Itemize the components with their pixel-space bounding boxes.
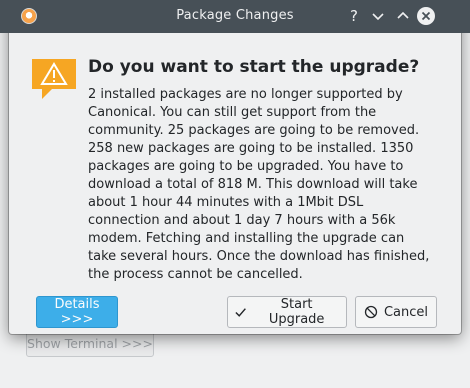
dialog-heading: Do you want to start the upgrade?: [88, 57, 420, 77]
start-upgrade-button[interactable]: Start Upgrade: [227, 296, 347, 328]
cancel-label: Cancel: [383, 304, 429, 320]
cancel-icon: [364, 305, 378, 319]
titlebar: Package Changes ?: [0, 0, 470, 33]
chevron-down-icon[interactable]: [368, 6, 388, 26]
chevron-up-icon[interactable]: [393, 6, 413, 26]
start-upgrade-label: Start Upgrade: [268, 297, 325, 327]
warning-icon: [30, 55, 78, 103]
details-button[interactable]: Details >>>: [36, 296, 118, 328]
upgrade-dialog: Package Changes ? Do you want to start t…: [0, 0, 470, 334]
cancel-button[interactable]: Cancel: [355, 296, 437, 328]
close-icon[interactable]: [417, 7, 435, 25]
question-mark-icon[interactable]: ?: [344, 6, 364, 26]
dialog-message: 2 installed packages are no longer suppo…: [88, 87, 430, 282]
checkmark-icon: [235, 308, 246, 317]
